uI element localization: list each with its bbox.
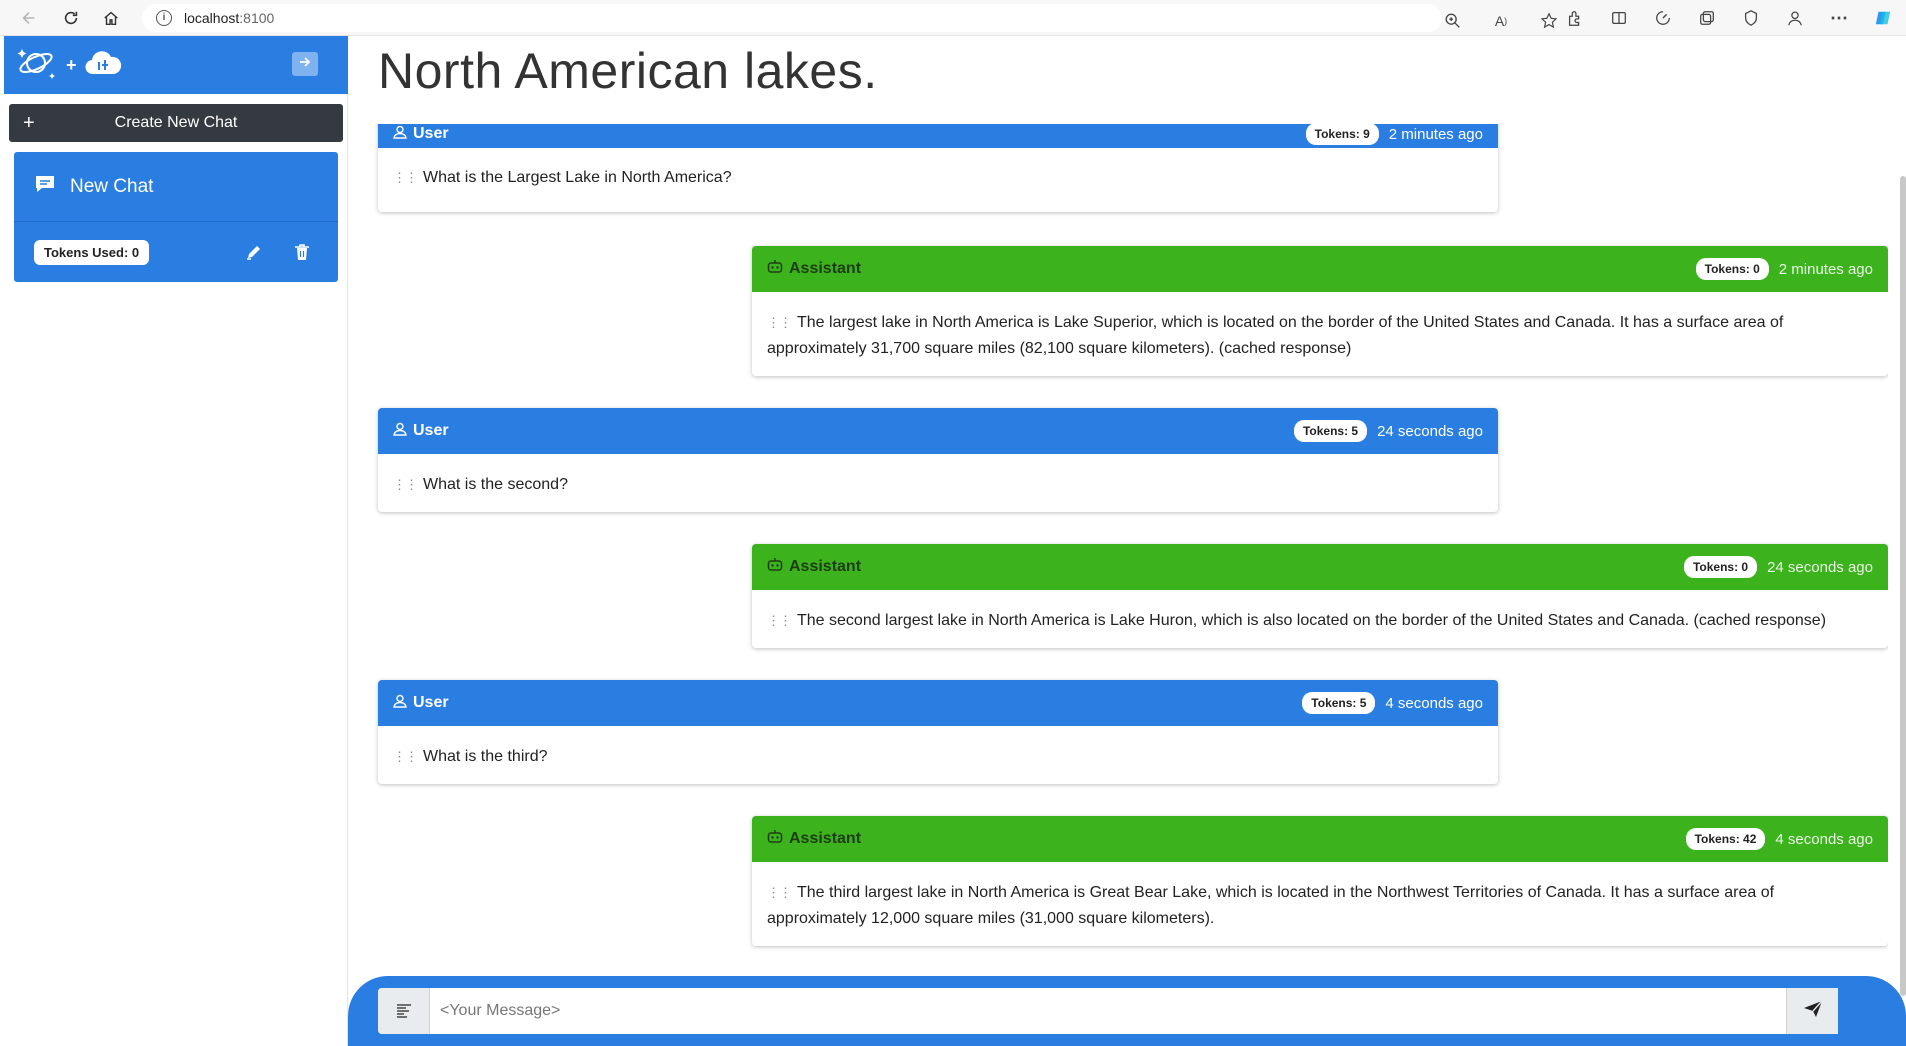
timestamp: 2 minutes ago [1778, 260, 1873, 278]
user-message: User Tokens: 5 4 seconds ago ⋮⋮ What is th… [378, 680, 1498, 784]
user-message: User Tokens: 5 24 seconds ago ⋮⋮ What is t… [378, 408, 1498, 512]
read-aloud-icon[interactable]: A) [1488, 6, 1514, 36]
assistant-message: Assistant Tokens: 0 24 seconds ago ⋮⋮ The … [752, 544, 1888, 648]
reload-icon[interactable] [56, 3, 86, 33]
user-icon [393, 694, 407, 713]
drag-grip-icon[interactable]: ⋮⋮ [767, 315, 792, 330]
plus-icon: + [23, 111, 35, 134]
robot-icon [767, 829, 783, 849]
drag-grip-icon[interactable]: ⋮⋮ [393, 170, 418, 185]
role-label: User [413, 694, 449, 711]
page-title: North American lakes. [378, 43, 878, 99]
cloud-brain-icon [83, 46, 123, 85]
zoom-icon[interactable] [1440, 6, 1466, 36]
chat-title: New Chat [70, 175, 154, 197]
timestamp: 4 seconds ago [1775, 830, 1873, 848]
create-new-chat-button[interactable]: + Create New Chat [9, 104, 343, 142]
arrow-right-icon [298, 55, 312, 74]
create-new-chat-label: Create New Chat [114, 114, 238, 131]
delete-trash-icon[interactable] [292, 242, 312, 262]
drag-grip-icon[interactable]: ⋮⋮ [767, 885, 792, 900]
planet-sparkle-icon [16, 43, 60, 88]
tokens-used-badge: Tokens Used: 0 [34, 239, 150, 265]
browser-toolbar: i localhost:8100 A) ⋯ [0, 0, 1906, 36]
chat-session-card[interactable]: New Chat Tokens Used: 0 [14, 152, 338, 282]
edit-pencil-icon[interactable] [244, 242, 264, 262]
message-text: What is the second? [423, 476, 568, 493]
message-text: The largest lake in North America is Lak… [767, 314, 1784, 357]
app-logo: + [16, 43, 123, 88]
token-badge: Tokens: 5 [1302, 692, 1376, 714]
site-info-icon[interactable]: i [156, 9, 172, 26]
more-menu-icon[interactable]: ⋯ [1826, 3, 1852, 33]
timestamp: 24 seconds ago [1377, 422, 1483, 440]
performance-icon[interactable] [1650, 3, 1676, 33]
back-icon[interactable] [14, 3, 44, 33]
token-badge: Tokens: 5 [1293, 420, 1368, 442]
main-panel: North American lakes. User Tokens: 9 2 mi… [348, 36, 1906, 1046]
sidebar-header: + [4, 36, 348, 94]
extensions-icon[interactable] [1562, 3, 1588, 33]
browser-essentials-icon[interactable] [1738, 3, 1764, 33]
profile-sync-icon[interactable] [1782, 3, 1808, 33]
home-icon[interactable] [96, 3, 126, 33]
assistant-message: Assistant Tokens: 42 4 seconds ago ⋮⋮ The … [752, 816, 1888, 946]
token-badge: Tokens: 42 [1685, 828, 1766, 850]
token-badge: Tokens: 9 [1305, 124, 1379, 145]
assistant-message: Assistant Tokens: 0 2 minutes ago ⋮⋮ The l… [752, 246, 1888, 376]
plus-glyph: + [66, 54, 77, 75]
message-input[interactable] [430, 989, 1786, 1033]
token-badge: Tokens: 0 [1683, 556, 1758, 578]
robot-icon [767, 259, 783, 279]
user-icon [393, 125, 407, 144]
url-text: localhost:8100 [184, 9, 275, 26]
timestamp: 2 minutes ago [1388, 125, 1483, 143]
scrollbar[interactable] [1900, 176, 1906, 996]
role-label: User [413, 422, 449, 439]
drag-grip-icon[interactable]: ⋮⋮ [393, 749, 418, 764]
split-screen-icon[interactable] [1606, 3, 1632, 33]
drag-grip-icon[interactable]: ⋮⋮ [767, 613, 792, 628]
timestamp: 24 seconds ago [1767, 558, 1873, 576]
send-plane-icon [1803, 1000, 1823, 1023]
message-input-group [378, 988, 1838, 1034]
role-label: Assistant [789, 830, 862, 847]
message-text: The second largest lake in North America… [797, 612, 1827, 629]
chat-bubble-icon [34, 174, 56, 199]
collapse-sidebar-button[interactable] [292, 52, 318, 76]
token-badge: Tokens: 0 [1695, 258, 1769, 280]
message-text: What is the third? [423, 748, 548, 765]
favorite-star-icon[interactable] [1536, 6, 1562, 36]
message-text: What is the Largest Lake in North Americ… [423, 169, 732, 186]
text-format-icon[interactable] [378, 988, 430, 1034]
user-icon [393, 422, 407, 441]
message-list: User Tokens: 9 2 minutes ago ⋮⋮ What is th… [348, 124, 1888, 974]
role-label: Assistant [789, 260, 862, 277]
address-bar[interactable]: i localhost:8100 [142, 3, 1442, 32]
collections-icon[interactable] [1694, 3, 1720, 33]
message-composer [348, 976, 1906, 1046]
message-text: The third largest lake in North America … [767, 884, 1775, 927]
robot-icon [767, 557, 783, 577]
sidebar: + + Create New Chat New Chat Tokens Used… [0, 36, 348, 1046]
drag-grip-icon[interactable]: ⋮⋮ [393, 477, 418, 492]
copilot-icon[interactable] [1870, 3, 1896, 33]
send-button[interactable] [1786, 988, 1838, 1034]
role-label: User [413, 125, 449, 142]
user-message: User Tokens: 9 2 minutes ago ⋮⋮ What is th… [378, 124, 1498, 212]
timestamp: 4 seconds ago [1385, 694, 1483, 712]
role-label: Assistant [789, 558, 862, 575]
